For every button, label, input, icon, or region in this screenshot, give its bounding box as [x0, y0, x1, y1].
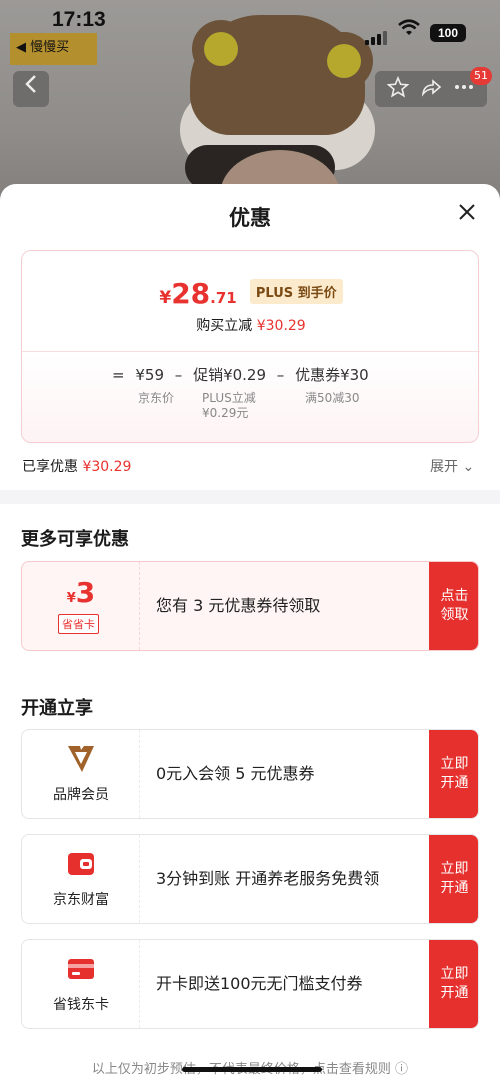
- close-icon: [459, 204, 475, 220]
- jd-wealth-card[interactable]: 京东财富 3分钟到账 开通养老服务免费领 立即开通: [21, 834, 479, 924]
- formula-promo-label: PLUS立减 ¥0.29元: [202, 391, 256, 420]
- wifi-icon: [398, 18, 420, 42]
- claim-coupon-button[interactable]: 点击领取: [429, 562, 478, 650]
- formula-base-label: 京东价: [138, 391, 175, 405]
- card-icon: [66, 954, 96, 984]
- enjoyed-discount: 已享优惠 ¥30.29: [22, 459, 132, 475]
- open-savings-card-button[interactable]: 立即开通: [429, 940, 478, 1028]
- status-time: 17:13: [52, 8, 106, 31]
- signal-icon: [365, 26, 389, 45]
- price-breakdown-card: ¥28.71 PLUS 到手价 购买立减 ¥30.29 = ¥59 – 促销¥0…: [21, 250, 480, 443]
- open-jd-wealth-button[interactable]: 立即开通: [429, 835, 478, 923]
- message-badge: 51: [470, 67, 492, 85]
- discount-sheet: 优惠 ¥28.71 PLUS 到手价 购买立减 ¥30.29 = ¥59 – 促…: [0, 184, 500, 1081]
- instant-reduce: 购买立减 ¥30.29: [196, 318, 306, 334]
- battery-icon: 100: [430, 24, 466, 42]
- more-offers-title: 更多可享优惠: [21, 529, 129, 550]
- share-icon[interactable]: [420, 76, 442, 103]
- coupon-offer-card[interactable]: ¥3 省省卡 您有 3 元优惠券待领取 点击领取: [21, 561, 479, 651]
- coupon-value: ¥3: [66, 576, 96, 609]
- coupon-tag: 省省卡: [58, 614, 99, 634]
- chevron-left-icon: [25, 75, 36, 93]
- status-bar: 17:13 ◀ 慢慢买 100: [0, 0, 500, 65]
- open-brand-member-button[interactable]: 立即开通: [429, 730, 478, 818]
- open-offers-title: 开通立享: [21, 698, 93, 719]
- coupon-offer-text: 您有 3 元优惠券待领取: [156, 596, 321, 615]
- wallet-icon: [66, 849, 96, 879]
- expand-toggle[interactable]: 展开 ⌄: [430, 456, 474, 476]
- star-icon[interactable]: [386, 75, 410, 103]
- close-button[interactable]: [455, 202, 479, 226]
- sheet-title: 优惠: [229, 206, 271, 230]
- final-price: ¥28.71: [159, 277, 237, 310]
- back-to-app-button[interactable]: ◀ 慢慢买: [10, 33, 97, 65]
- brand-v-icon: [66, 744, 96, 774]
- savings-card-offer[interactable]: 省钱东卡 开卡即送100元无门槛支付券 立即开通: [21, 939, 479, 1029]
- brand-member-card[interactable]: 品牌会员 0元入会领 5 元优惠券 立即开通: [21, 729, 479, 819]
- home-indicator: [182, 1067, 322, 1072]
- plus-price-tag: PLUS 到手价: [249, 279, 343, 304]
- formula-coupon-label: 满50减30: [305, 391, 360, 405]
- price-formula: = ¥59 – 促销¥0.29 – 优惠券¥30: [112, 366, 369, 384]
- back-button[interactable]: [13, 71, 49, 107]
